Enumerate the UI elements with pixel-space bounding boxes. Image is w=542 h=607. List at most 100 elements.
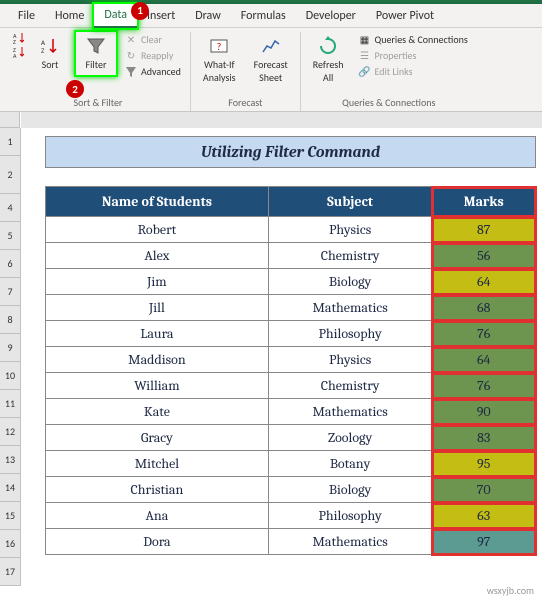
cell-name[interactable]: Alex bbox=[46, 243, 269, 269]
cell-subject[interactable]: Philosophy bbox=[268, 503, 432, 529]
tab-developer[interactable]: Developer bbox=[296, 5, 366, 27]
filter-button[interactable]: 2 Filter bbox=[76, 32, 116, 75]
sort-button[interactable]: AZ Sort bbox=[30, 32, 70, 75]
select-all-corner[interactable] bbox=[0, 112, 20, 128]
cell-marks[interactable]: 83 bbox=[432, 425, 536, 451]
table-row[interactable]: DoraMathematics97 bbox=[46, 529, 536, 555]
cell-marks[interactable]: 68 bbox=[432, 295, 536, 321]
cell-subject[interactable]: Philosophy bbox=[268, 321, 432, 347]
queries-connections-button[interactable]: ▦Queries & Connections bbox=[355, 32, 470, 47]
ribbon-group-forecast: ? What-If Analysis Forecast Sheet Foreca… bbox=[191, 32, 301, 111]
cell-name[interactable]: Ana bbox=[46, 503, 269, 529]
table-row[interactable]: MitchelBotany95 bbox=[46, 451, 536, 477]
cell-name[interactable]: Dora bbox=[46, 529, 269, 555]
sort-az-icon[interactable]: AZ bbox=[12, 32, 24, 44]
cell-marks[interactable]: 90 bbox=[432, 399, 536, 425]
table-row[interactable]: MaddisonPhysics64 bbox=[46, 347, 536, 373]
row-header[interactable]: 14 bbox=[0, 474, 20, 502]
refresh-all-button[interactable]: Refresh All bbox=[307, 32, 350, 88]
header-name[interactable]: Name of Students bbox=[46, 187, 269, 217]
header-marks[interactable]: Marks bbox=[432, 187, 536, 217]
cell-name[interactable]: Kate bbox=[46, 399, 269, 425]
row-header[interactable]: 2 bbox=[0, 156, 20, 194]
cell-subject[interactable]: Chemistry bbox=[268, 243, 432, 269]
cell-name[interactable]: Gracy bbox=[46, 425, 269, 451]
cell-name[interactable]: Jim bbox=[46, 269, 269, 295]
cell-name[interactable]: William bbox=[46, 373, 269, 399]
cell-name[interactable]: Christian bbox=[46, 477, 269, 503]
tab-data[interactable]: Data 1 bbox=[94, 4, 137, 28]
row-header[interactable]: 1 bbox=[0, 128, 20, 156]
header-subject[interactable]: Subject bbox=[268, 187, 432, 217]
cell-subject[interactable]: Physics bbox=[268, 217, 432, 243]
connections-icon: ▦ bbox=[358, 34, 370, 46]
table-row[interactable]: AnaPhilosophy63 bbox=[46, 503, 536, 529]
row-header[interactable]: 15 bbox=[0, 502, 20, 530]
tab-draw[interactable]: Draw bbox=[185, 5, 231, 27]
table-row[interactable]: ChristianBiology70 bbox=[46, 477, 536, 503]
reapply-icon: ↻ bbox=[125, 50, 137, 62]
sort-za-icon[interactable]: ZA bbox=[12, 46, 24, 58]
row-header[interactable]: 16 bbox=[0, 530, 20, 558]
cell-marks[interactable]: 56 bbox=[432, 243, 536, 269]
row-header[interactable]: 4 bbox=[0, 194, 20, 222]
tab-home[interactable]: Home bbox=[45, 5, 94, 27]
edit-links-button[interactable]: 🔗Edit Links bbox=[355, 64, 470, 79]
cell-name[interactable]: Robert bbox=[46, 217, 269, 243]
row-header[interactable]: 7 bbox=[0, 278, 20, 306]
cell-subject[interactable]: Zoology bbox=[268, 425, 432, 451]
table-row[interactable]: JillMathematics68 bbox=[46, 295, 536, 321]
table-row[interactable]: AlexChemistry56 bbox=[46, 243, 536, 269]
cell-marks[interactable]: 64 bbox=[432, 269, 536, 295]
reapply-button[interactable]: ↻Reapply bbox=[122, 48, 184, 63]
row-header[interactable]: 10 bbox=[0, 362, 20, 390]
table-row[interactable]: GracyZoology83 bbox=[46, 425, 536, 451]
row-header[interactable]: 12 bbox=[0, 418, 20, 446]
tab-powerpivot[interactable]: Power Pivot bbox=[366, 5, 444, 27]
whatif-button[interactable]: ? What-If Analysis bbox=[197, 32, 242, 88]
cell-subject[interactable]: Mathematics bbox=[268, 399, 432, 425]
properties-button[interactable]: ☰Properties bbox=[355, 48, 470, 63]
worksheet[interactable]: 124567891011121314151617 Utilizing Filte… bbox=[0, 112, 542, 586]
cell-name[interactable]: Mitchel bbox=[46, 451, 269, 477]
table-row[interactable]: WilliamChemistry76 bbox=[46, 373, 536, 399]
cell-subject[interactable]: Biology bbox=[268, 477, 432, 503]
cell-subject[interactable]: Mathematics bbox=[268, 529, 432, 555]
tab-file[interactable]: File bbox=[8, 5, 45, 27]
tab-formulas[interactable]: Formulas bbox=[231, 5, 296, 27]
cell-name[interactable]: Laura bbox=[46, 321, 269, 347]
cell-subject[interactable]: Mathematics bbox=[268, 295, 432, 321]
table-row[interactable]: RobertPhysics87 bbox=[46, 217, 536, 243]
row-header[interactable]: 9 bbox=[0, 334, 20, 362]
cell-subject[interactable]: Chemistry bbox=[268, 373, 432, 399]
cell-marks[interactable]: 97 bbox=[432, 529, 536, 555]
table-row[interactable]: LauraPhilosophy76 bbox=[46, 321, 536, 347]
row-header[interactable]: 13 bbox=[0, 446, 20, 474]
cell-marks[interactable]: 76 bbox=[432, 373, 536, 399]
cell-marks[interactable]: 70 bbox=[432, 477, 536, 503]
row-header[interactable]: 6 bbox=[0, 250, 20, 278]
advanced-button[interactable]: Advanced bbox=[122, 64, 184, 79]
properties-icon: ☰ bbox=[358, 50, 370, 62]
table-row[interactable]: KateMathematics90 bbox=[46, 399, 536, 425]
row-header[interactable]: 5 bbox=[0, 222, 20, 250]
cell-subject[interactable]: Physics bbox=[268, 347, 432, 373]
cell-name[interactable]: Jill bbox=[46, 295, 269, 321]
cell-marks[interactable]: 64 bbox=[432, 347, 536, 373]
cell-marks[interactable]: 76 bbox=[432, 321, 536, 347]
row-header[interactable]: 17 bbox=[0, 558, 20, 586]
cell-subject[interactable]: Botany bbox=[268, 451, 432, 477]
clear-button[interactable]: ✕Clear bbox=[122, 32, 184, 47]
cell-subject[interactable]: Biology bbox=[268, 269, 432, 295]
forecast-sheet-button[interactable]: Forecast Sheet bbox=[248, 32, 294, 88]
cell-name[interactable]: Maddison bbox=[46, 347, 269, 373]
cell-marks[interactable]: 87 bbox=[432, 217, 536, 243]
table-row[interactable]: JimBiology64 bbox=[46, 269, 536, 295]
group-label-queries: Queries & Connections bbox=[342, 94, 435, 111]
cell-marks[interactable]: 95 bbox=[432, 451, 536, 477]
cell-marks[interactable]: 63 bbox=[432, 503, 536, 529]
row-header[interactable]: 11 bbox=[0, 390, 20, 418]
row-header[interactable]: 8 bbox=[0, 306, 20, 334]
column-headers[interactable] bbox=[21, 112, 542, 128]
ribbon-group-queries: Refresh All ▦Queries & Connections ☰Prop… bbox=[301, 32, 477, 111]
